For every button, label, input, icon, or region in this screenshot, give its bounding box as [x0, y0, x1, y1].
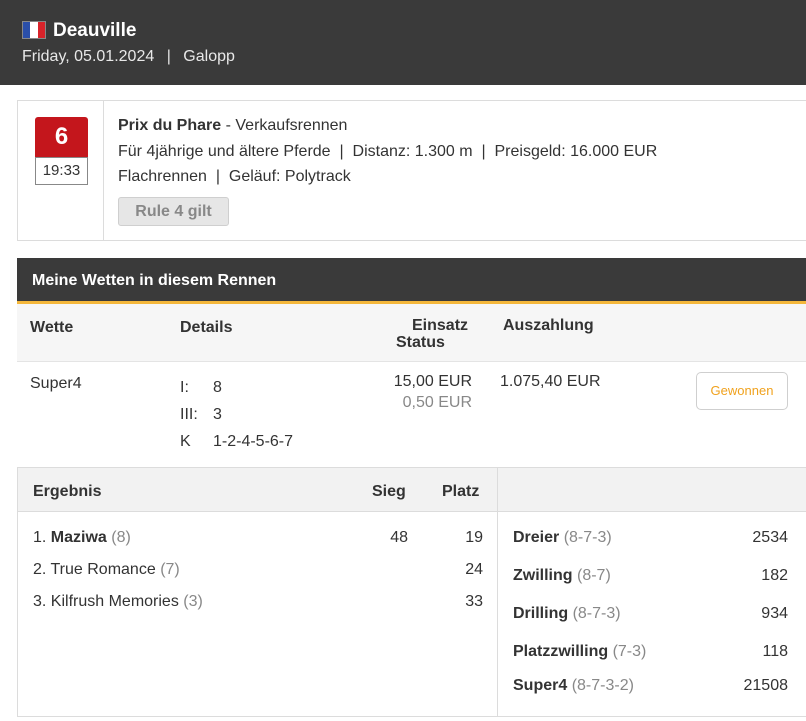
col-bet: Wette: [30, 319, 74, 336]
odds-value: 2534: [752, 529, 788, 546]
race-category: - Verkaufsrennen: [221, 117, 348, 134]
race-time: 19:33: [35, 157, 88, 185]
race-date: Friday, 05.01.2024: [22, 48, 155, 65]
bet-type: Super4: [30, 375, 82, 392]
horse-name[interactable]: Maziwa: [51, 529, 107, 546]
race-surface: Flachrennen | Geläuf: Polytrack: [118, 168, 351, 185]
horse-number: (8): [111, 529, 131, 546]
table-row: Super4 I: 8 III: 3 K 1-2-4-5-6-7 15,00 E…: [17, 362, 806, 468]
odds-combo: (7-3): [612, 643, 647, 660]
france-flag-icon: [22, 21, 46, 39]
place-odds: 24: [465, 561, 483, 578]
odds-name: Platzzwilling: [513, 643, 609, 660]
odds-row: Platzzwilling (7-3): [513, 643, 646, 661]
odds-combo: (8-7-3): [572, 605, 621, 622]
detail-value: 8: [213, 379, 222, 396]
detail-value: 3: [213, 406, 222, 423]
odds-row: Zwilling (8-7): [513, 567, 611, 585]
horse-position: 2.: [33, 561, 47, 578]
odds-row: Super4 (8-7-3-2): [513, 677, 634, 695]
list-item: 1. Maziwa (8): [33, 529, 131, 547]
col-stake: Einsatz: [412, 317, 469, 334]
rule-4-badge: Rule 4 gilt: [118, 197, 229, 226]
horse-number: (7): [160, 561, 180, 578]
list-item: 3. Kilfrush Memories (3): [33, 593, 203, 611]
bet-stake-unit: 0,50 EUR: [402, 394, 472, 411]
race-info-card: 6 19:33 Prix du Phare - Verkaufsrennen F…: [17, 100, 806, 241]
place-odds: 19: [465, 529, 483, 546]
horse-position: 1.: [33, 529, 47, 546]
won-status-button[interactable]: Gewonnen: [696, 372, 788, 410]
results-panel: Ergebnis Sieg Platz 1. Maziwa (8) 48 19 …: [17, 467, 806, 717]
race-name: Prix du Phare: [118, 117, 222, 134]
horse-number: (3): [183, 593, 203, 610]
race-conditions: Für 4jährige und ältere Pferde | Distanz…: [118, 143, 658, 160]
detail-value: 1-2-4-5-6-7: [213, 433, 294, 450]
list-item: 2. True Romance (7): [33, 561, 180, 579]
win-odds: 48: [390, 529, 408, 546]
horse-name[interactable]: True Romance: [51, 561, 156, 578]
my-bets-panel: Meine Wetten in diesem Rennen Wette Deta…: [17, 258, 806, 468]
odds-name: Super4: [513, 677, 568, 694]
results-divider: [497, 468, 498, 716]
venue-title: Deauville: [53, 20, 137, 41]
odds-row: Dreier (8-7-3): [513, 529, 612, 547]
my-bets-title: Meine Wetten in diesem Rennen: [17, 258, 806, 304]
bets-table-header: Wette Details Einsatz Status Auszahlung: [17, 304, 806, 362]
bet-stake: 15,00 EUR: [393, 373, 472, 390]
results-header: Ergebnis Sieg Platz: [18, 468, 806, 512]
col-place: Platz: [442, 483, 480, 500]
odds-combo: (8-7): [577, 567, 611, 584]
separator: |: [166, 48, 171, 65]
race-type: Galopp: [183, 48, 235, 65]
col-payout: Auszahlung: [503, 317, 594, 334]
race-title: Prix du Phare - Verkaufsrennen: [118, 117, 347, 135]
detail-key: I:: [180, 379, 189, 396]
venue-subline: Friday, 05.01.2024 | Galopp: [22, 48, 235, 66]
race-number-badge: 6: [35, 117, 88, 157]
odds-combo: (8-7-3-2): [571, 677, 634, 694]
odds-value: 118: [762, 643, 788, 660]
col-details: Details: [180, 319, 233, 336]
odds-name: Drilling: [513, 605, 569, 622]
col-result: Ergebnis: [33, 483, 102, 500]
odds-combo: (8-7-3): [563, 529, 612, 546]
horse-position: 3.: [33, 593, 47, 610]
bet-payout: 1.075,40 EUR: [500, 373, 601, 390]
venue-header: Deauville Friday, 05.01.2024 | Galopp: [0, 0, 806, 85]
odds-name: Dreier: [513, 529, 560, 546]
odds-name: Zwilling: [513, 567, 573, 584]
odds-row: Drilling (8-7-3): [513, 605, 621, 623]
col-win: Sieg: [372, 483, 406, 500]
horse-name[interactable]: Kilfrush Memories: [51, 593, 179, 610]
detail-key: III:: [180, 406, 198, 423]
odds-value: 182: [761, 567, 788, 584]
place-odds: 33: [465, 593, 483, 610]
odds-value: 21508: [743, 677, 789, 694]
divider: [103, 101, 104, 240]
odds-value: 934: [761, 605, 788, 622]
detail-key: K: [180, 433, 191, 450]
col-status: Status: [396, 334, 445, 351]
